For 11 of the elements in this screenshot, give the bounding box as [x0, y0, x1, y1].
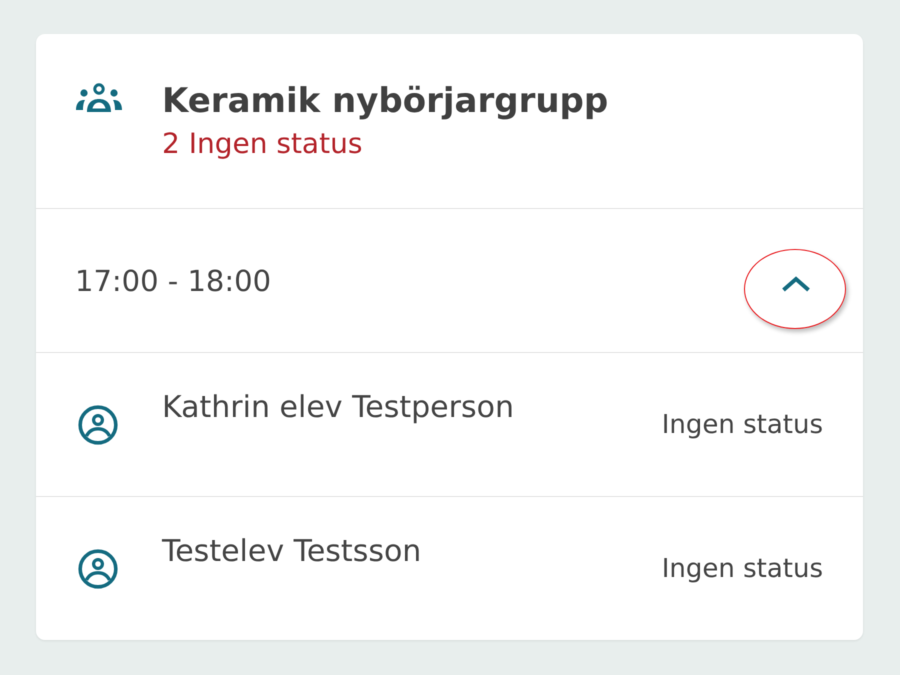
user-avatar-icon [78, 404, 118, 444]
status-summary: 2 Ingen status [162, 126, 364, 162]
group-title: Keramik nybörjargrupp [162, 80, 608, 123]
user-avatar-icon [78, 548, 118, 588]
student-name: Testelev Testsson [162, 534, 422, 569]
group-icon [75, 83, 123, 113]
chevron-icon [781, 276, 811, 292]
student-status: Ingen status [662, 410, 823, 440]
student-name: Kathrin elev Testperson [162, 390, 515, 425]
time-range: 17:00 - 18:00 [75, 264, 272, 298]
student-status: Ingen status [662, 554, 823, 584]
